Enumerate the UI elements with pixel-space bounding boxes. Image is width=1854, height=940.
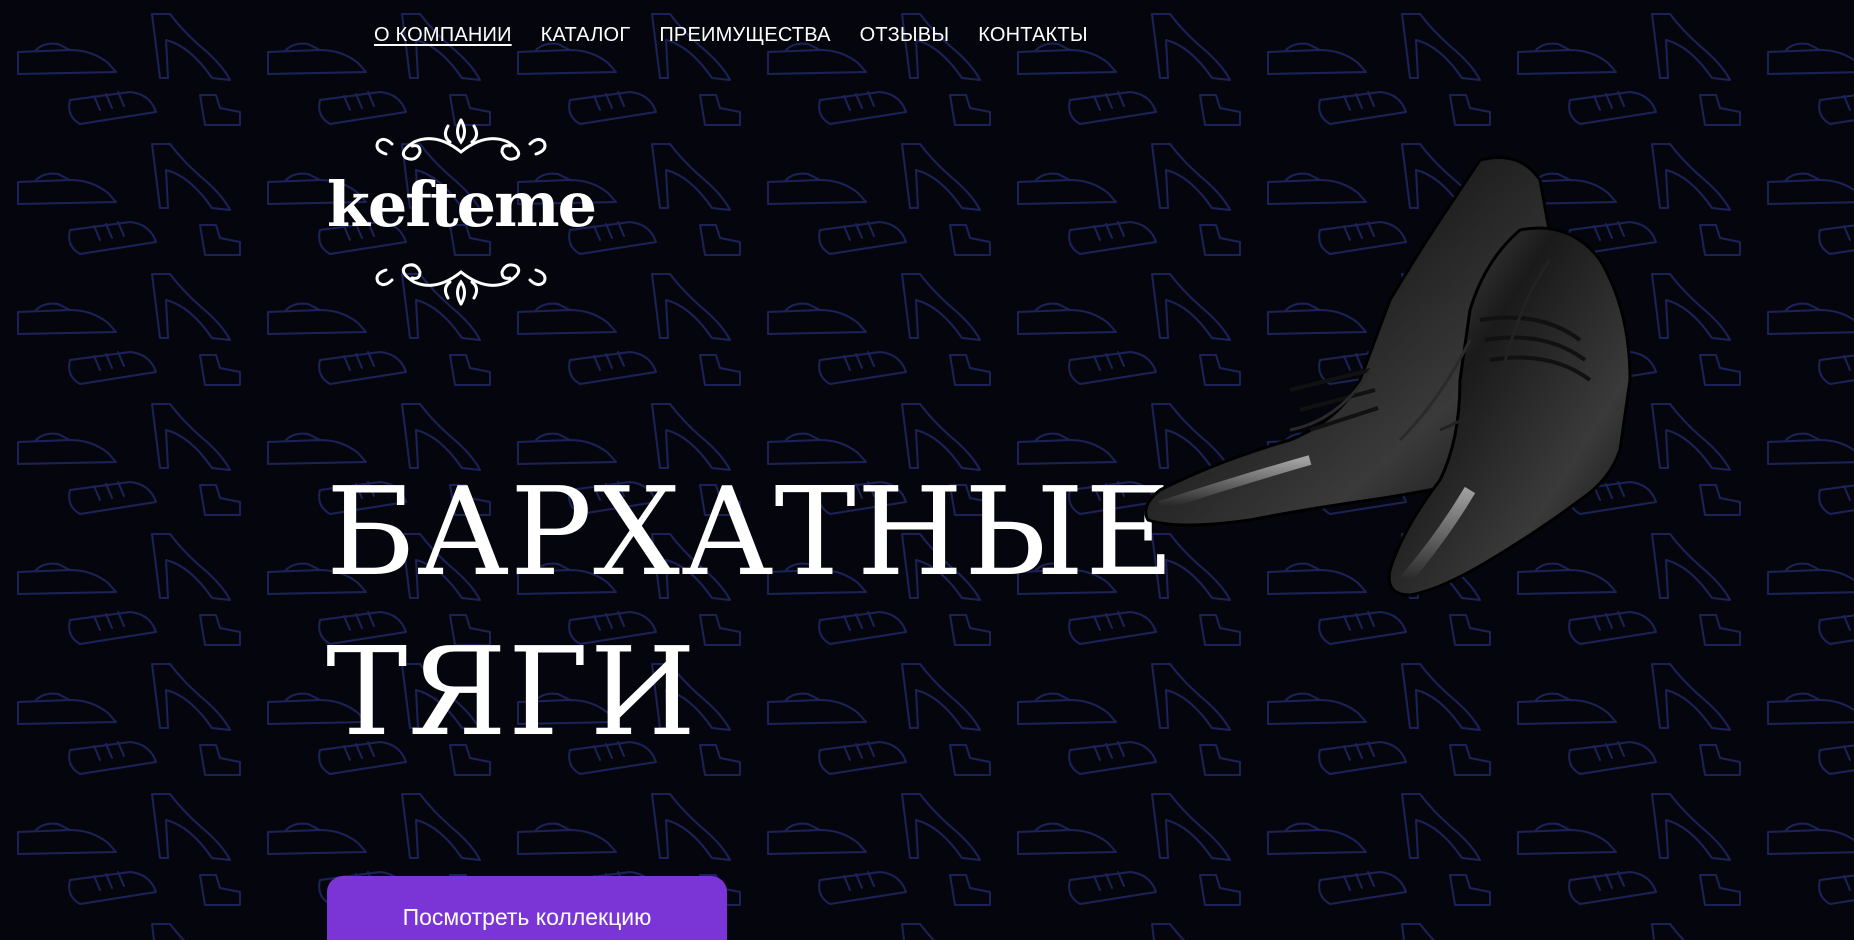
landing-page: О КОМПАНИИ КАТАЛОГ ПРЕИМУЩЕСТВА ОТЗЫВЫ К… (0, 0, 1854, 940)
logo-ornament-bottom-icon (375, 263, 547, 306)
nav-catalog[interactable]: КАТАЛОГ (541, 24, 631, 47)
view-collection-button[interactable]: Посмотреть коллекцию (327, 876, 727, 940)
logo-ornament-top-icon (375, 118, 547, 161)
nav-reviews[interactable]: ОТЗЫВЫ (860, 24, 950, 47)
leather-boots-image (1144, 156, 1632, 597)
nav-advantages[interactable]: ПРЕИМУЩЕСТВА (659, 24, 830, 47)
hero-title: БАРХАТНЫЕ ТЯГИ (326, 452, 1175, 772)
nav-contacts[interactable]: КОНТАКТЫ (978, 24, 1088, 47)
view-collection-label: Посмотреть коллекцию (402, 904, 652, 930)
hero-title-line-2: ТЯГИ (326, 621, 698, 763)
nav-about[interactable]: О КОМПАНИИ (374, 24, 512, 47)
logo[interactable]: kefteme (326, 112, 597, 322)
main-nav: О КОМПАНИИ КАТАЛОГ ПРЕИМУЩЕСТВА ОТЗЫВЫ К… (374, 24, 1088, 47)
hero-title-line-1: БАРХАТНЫЕ (326, 461, 1176, 603)
logo-wordmark: kefteme (326, 168, 597, 241)
